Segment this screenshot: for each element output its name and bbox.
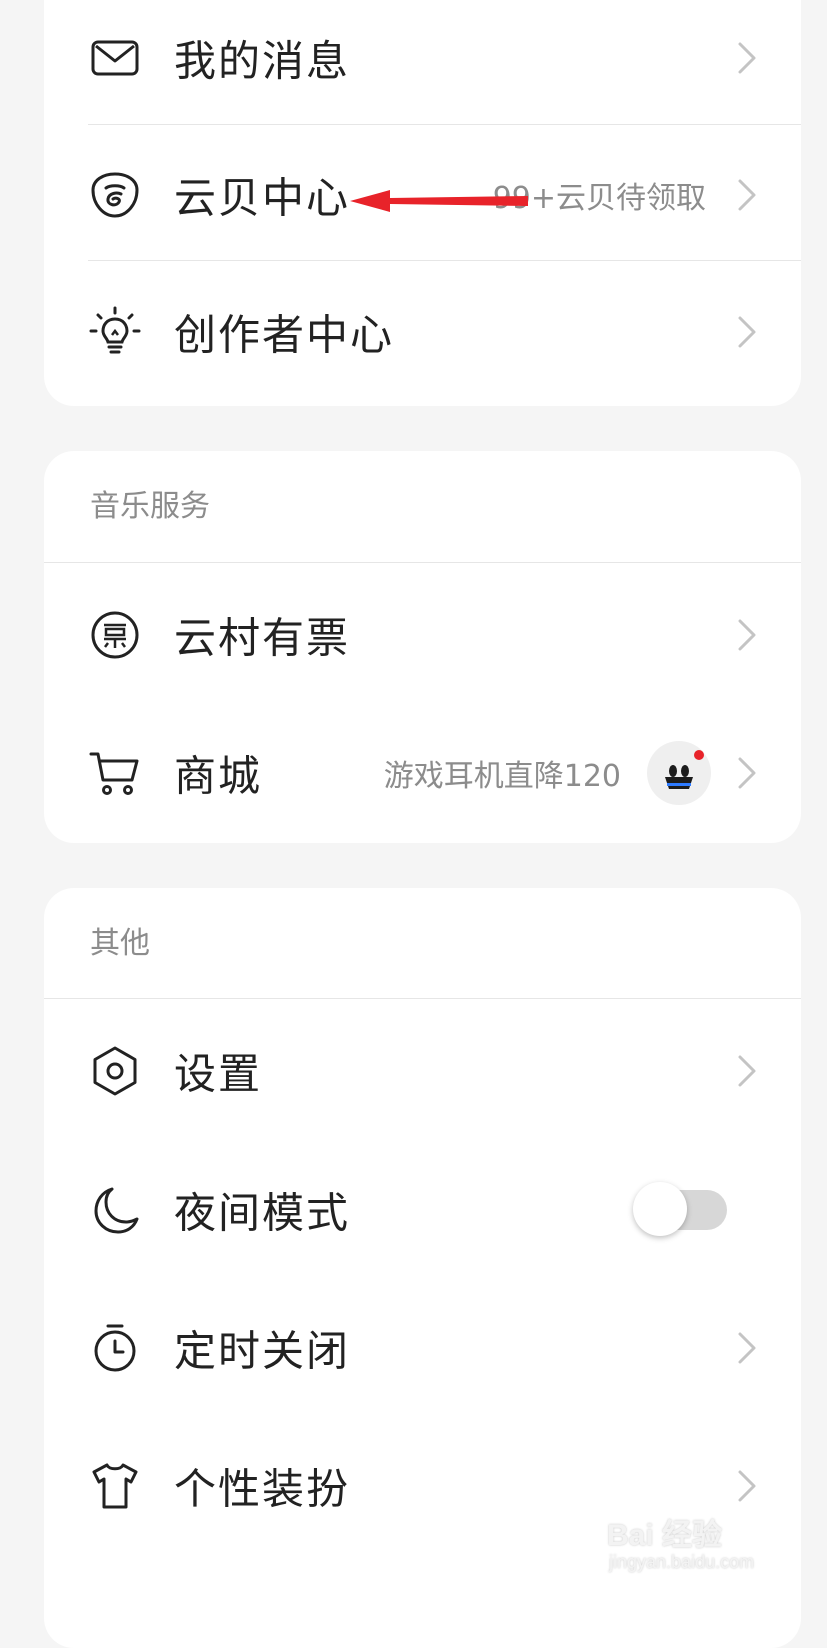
menu-item-label: 我的消息 <box>174 36 351 86</box>
menu-item-label: 创作者中心 <box>174 310 395 360</box>
yunbei-icon <box>88 168 142 222</box>
menu-item-messages[interactable]: 我的消息 <box>44 0 801 128</box>
chevron-right-icon <box>733 1051 761 1091</box>
section-title: 其他 <box>90 926 150 961</box>
section-title: 音乐服务 <box>90 489 210 524</box>
moon-icon <box>88 1183 142 1237</box>
menu-item-label: 夜间模式 <box>174 1188 351 1238</box>
divider <box>44 998 801 999</box>
cart-icon <box>88 746 142 800</box>
timer-icon <box>88 1321 142 1375</box>
watermark-logo-text: Bai 经验 <box>607 1519 723 1552</box>
divider <box>44 562 801 563</box>
settings-hexagon-icon <box>88 1044 142 1098</box>
menu-item-tickets[interactable]: 云村有票 <box>44 565 801 705</box>
chevron-right-icon <box>733 615 761 655</box>
tshirt-icon <box>88 1459 142 1513</box>
lightbulb-icon <box>88 305 142 359</box>
menu-item-night-mode: 夜间模式 <box>44 1140 801 1280</box>
menu-item-label: 设置 <box>174 1049 263 1099</box>
toggle-knob <box>633 1182 687 1236</box>
chevron-right-icon <box>733 1466 761 1506</box>
menu-item-label: 云贝中心 <box>174 173 351 223</box>
watermark-url: jingyan.baidu.com <box>609 1552 755 1572</box>
menu-item-creator-center[interactable]: 创作者中心 <box>44 262 801 402</box>
menu-item-mall[interactable]: 商城 游戏耳机直降120 <box>44 703 801 843</box>
chevron-right-icon <box>733 1328 761 1368</box>
menu-item-label: 定时关闭 <box>174 1326 351 1376</box>
chevron-right-icon <box>733 312 761 352</box>
earphones-product-thumbnail <box>647 741 711 805</box>
ticket-icon <box>88 608 142 662</box>
baidu-jingyan-watermark: Bai 经验 jingyan.baidu.com <box>607 1510 787 1580</box>
mail-icon <box>88 31 142 85</box>
menu-item-label: 云村有票 <box>174 613 351 663</box>
night-mode-toggle[interactable] <box>633 1182 727 1236</box>
menu-item-sleep-timer[interactable]: 定时关闭 <box>44 1278 801 1418</box>
menu-item-label: 商城 <box>174 751 263 801</box>
chevron-right-icon <box>733 38 761 78</box>
divider <box>88 260 801 261</box>
red-arrow-annotation <box>350 190 528 212</box>
menu-item-label: 个性装扮 <box>174 1464 351 1514</box>
chevron-right-icon <box>733 753 761 793</box>
music-services-card: 音乐服务 云村有票 商城 游戏耳机直降120 <box>44 451 801 843</box>
menu-item-settings[interactable]: 设置 <box>44 1001 801 1141</box>
chevron-right-icon <box>733 175 761 215</box>
mall-promo-hint: 游戏耳机直降120 <box>383 759 621 794</box>
